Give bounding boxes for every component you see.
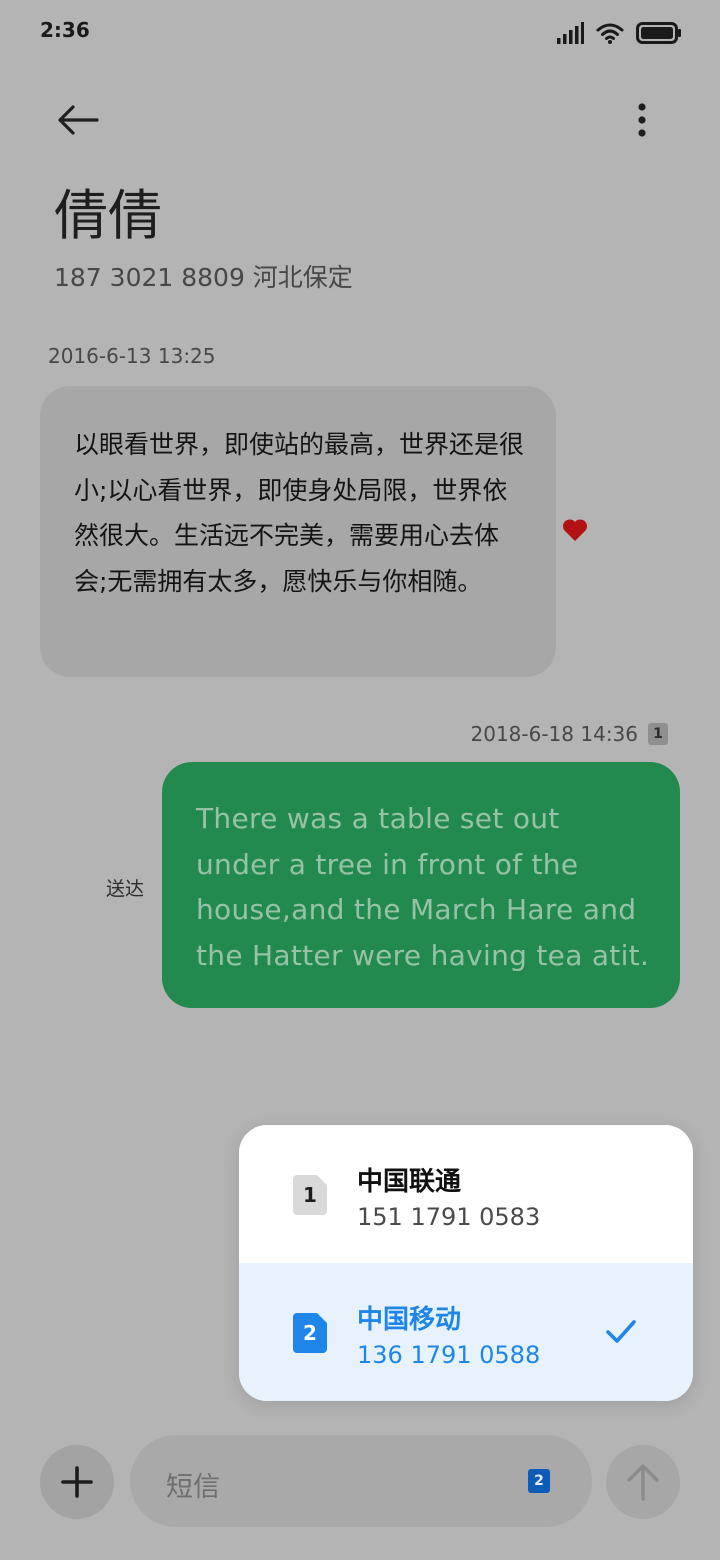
more-vertical-icon	[638, 103, 646, 137]
battery-icon	[636, 22, 681, 44]
favorite-heart-icon	[562, 519, 588, 541]
sim-phone-number: 136 1791 0588	[357, 1341, 541, 1369]
back-button[interactable]	[50, 92, 106, 148]
message-timestamp: 2018-6-18 14:36	[470, 722, 639, 746]
sim-carrier-name: 中国联通	[357, 1167, 462, 1197]
wifi-icon	[596, 23, 624, 44]
incoming-message-bubble[interactable]: 以眼看世界，即使站的最高，世界还是很小;以心看世界，即使身处局限，世界依然很大。…	[40, 386, 556, 677]
send-button[interactable]	[606, 1445, 680, 1519]
sim-slot-number: 1	[303, 1183, 317, 1207]
outgoing-message-bubble[interactable]: There was a table set out under a tree i…	[162, 762, 680, 1008]
send-arrow-up-icon	[627, 1464, 659, 1501]
checkmark-icon	[606, 1320, 636, 1343]
sim-picker-popup: 1 中国联通 151 1791 0583 2 中国移动 136 1791 058…	[239, 1125, 693, 1401]
more-options-button[interactable]	[620, 92, 664, 148]
delivery-status: 送达	[106, 878, 145, 900]
sim-carrier-name: 中国移动	[357, 1305, 462, 1335]
sim-option-2[interactable]: 2 中国移动 136 1791 0588	[239, 1263, 693, 1401]
sim-selector-badge[interactable]: 2	[528, 1469, 550, 1493]
sim-phone-number: 151 1791 0583	[357, 1203, 541, 1231]
contact-name: 倩倩	[54, 184, 162, 247]
message-timestamp-row: 2018-6-18 14:36 1	[470, 722, 668, 746]
status-icons	[556, 20, 682, 46]
contact-number-location: 187 3021 8809 河北保定	[54, 263, 353, 292]
signal-icon	[557, 22, 584, 44]
sim-option-1[interactable]: 1 中国联通 151 1791 0583	[239, 1125, 693, 1263]
status-time: 2:36	[40, 18, 90, 42]
message-text: There was a table set out under a tree i…	[196, 802, 650, 972]
back-arrow-icon	[58, 105, 99, 135]
plus-icon	[61, 1466, 93, 1498]
sim-slot-number: 2	[303, 1321, 317, 1345]
sim-card-icon: 2	[293, 1313, 327, 1353]
message-timestamp: 2016-6-13 13:25	[48, 344, 216, 368]
add-attachment-button[interactable]	[40, 1445, 114, 1519]
message-input[interactable]: 短信 2	[130, 1435, 592, 1527]
message-input-placeholder: 短信	[166, 1472, 220, 1503]
sim-card-icon: 1	[293, 1175, 327, 1215]
message-text: 以眼看世界，即使站的最高，世界还是很小;以心看世界，即使身处局限，世界依然很大。…	[74, 430, 525, 596]
sim-slot-badge: 1	[648, 723, 668, 745]
